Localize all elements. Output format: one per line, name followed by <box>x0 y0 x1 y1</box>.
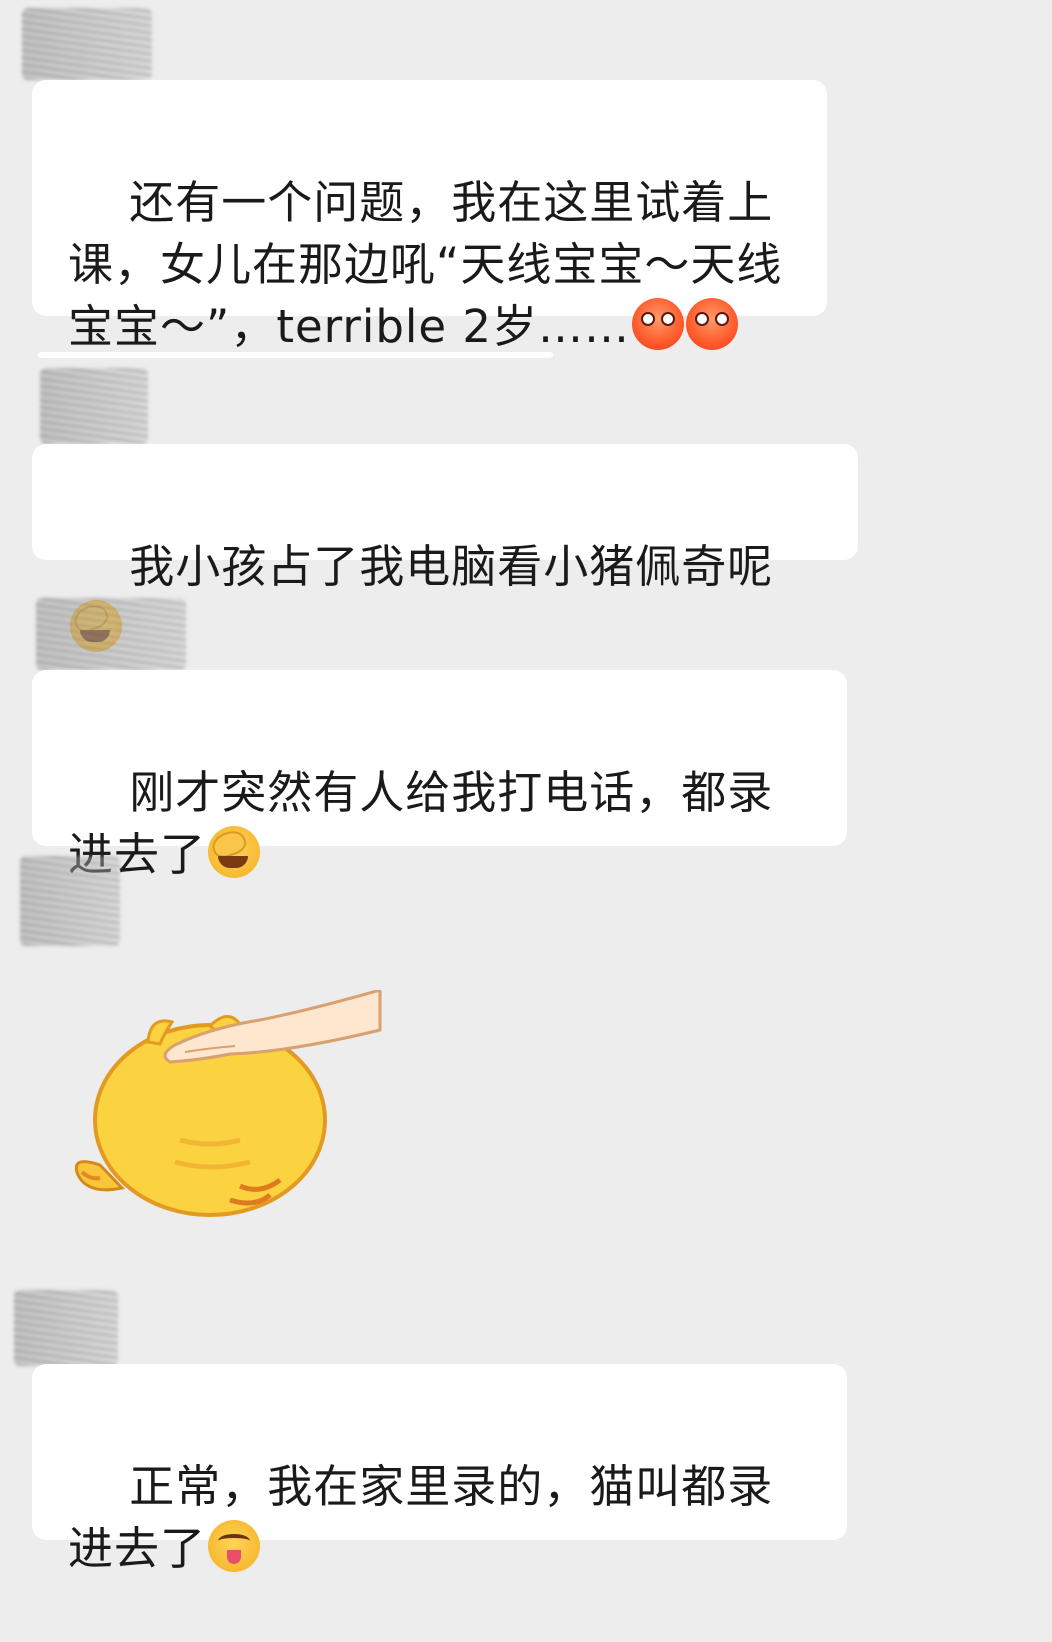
sender-avatar-blurred <box>40 368 148 444</box>
sender-avatar-blurred <box>14 1290 118 1366</box>
sender-avatar-blurred <box>20 856 120 946</box>
cat-pat-sticker[interactable] <box>60 988 390 1220</box>
flushed-face-icon <box>632 298 685 350</box>
message-text: 刚才突然有人给我打电话，都录进去了 <box>68 766 774 881</box>
facepalm-laugh-icon <box>208 826 261 878</box>
partial-bubble-edge <box>38 352 553 358</box>
flushed-face-icon <box>686 298 739 350</box>
message-bubble[interactable]: 刚才突然有人给我打电话，都录进去了 <box>32 670 847 881</box>
sender-avatar-blurred <box>36 598 186 670</box>
sender-avatar-blurred <box>22 8 152 80</box>
message-bubble[interactable]: 我小孩占了我电脑看小猪佩奇呢 <box>32 444 858 652</box>
message-bubble[interactable]: 正常，我在家里录的，猫叫都录进去了 <box>32 1364 847 1575</box>
message-text: 正常，我在家里录的，猫叫都录进去了 <box>68 1460 774 1575</box>
message-text: 我小孩占了我电脑看小猪佩奇呢 <box>129 540 774 593</box>
cat-pat-sticker-icon <box>74 988 382 1217</box>
winking-tongue-icon <box>208 1520 261 1572</box>
chat-view[interactable]: 还有一个问题，我在这里试着上课，女儿在那边吼“天线宝宝～天线宝宝～”，terri… <box>0 0 1052 1597</box>
message-bubble[interactable]: 还有一个问题，我在这里试着上课，女儿在那边吼“天线宝宝～天线宝宝～”，terri… <box>32 80 827 353</box>
